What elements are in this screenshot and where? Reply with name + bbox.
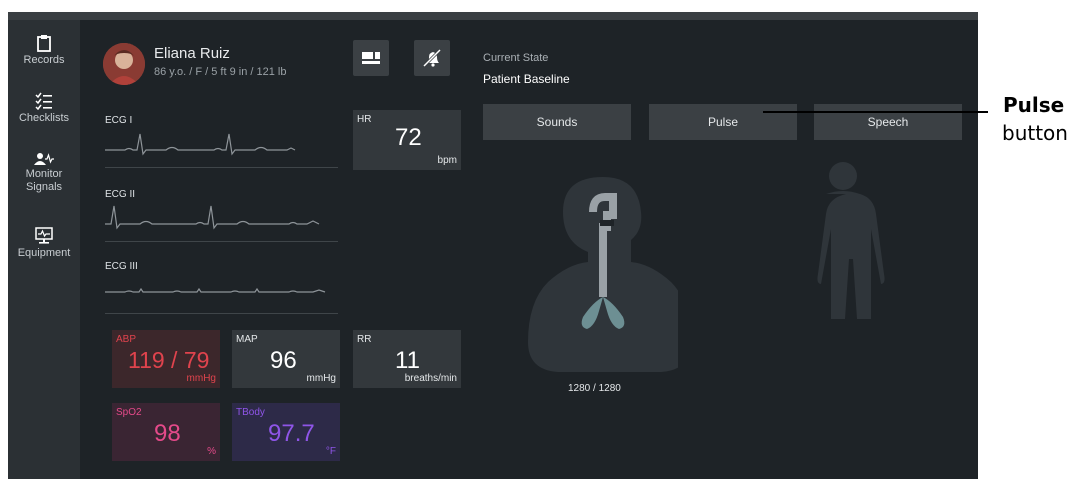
pulse-button[interactable]: Pulse bbox=[649, 104, 797, 140]
ecg-waveform bbox=[105, 205, 320, 230]
sounds-button[interactable]: Sounds bbox=[483, 104, 631, 140]
callout-pointer-line bbox=[763, 111, 988, 113]
sidebar-item-label: Checklists bbox=[18, 112, 70, 124]
map-label: MAP bbox=[236, 334, 258, 345]
patient-name: Eliana Ruiz bbox=[154, 45, 230, 62]
ecg-lead-1: ECG I bbox=[105, 110, 338, 168]
map-tile: MAP 96 mmHg bbox=[232, 330, 340, 388]
ecg-waveform bbox=[105, 287, 326, 293]
ecg-lead-3: ECG III bbox=[105, 256, 338, 314]
main-panel: Eliana Ruiz 86 y.o. / F / 5 ft 9 in / 12… bbox=[88, 20, 978, 479]
sidebar-item-monitor-signals[interactable]: Monitor Signals bbox=[8, 152, 80, 194]
sidebar-item-checklists[interactable]: Checklists bbox=[8, 92, 80, 125]
spo2-value: 98 bbox=[154, 420, 181, 447]
abp-value: 119 / 79 bbox=[128, 347, 210, 373]
tbody-value: 97.7 bbox=[268, 420, 315, 447]
map-unit: mmHg bbox=[306, 373, 336, 384]
airway-silhouette[interactable] bbox=[518, 172, 678, 372]
top-bar bbox=[8, 12, 978, 20]
rr-value: 11 bbox=[395, 347, 420, 374]
ecg-waveform bbox=[105, 133, 296, 156]
checklist-icon bbox=[35, 92, 52, 110]
ecg-label: ECG III bbox=[105, 261, 138, 272]
abp-unit: mmHg bbox=[186, 373, 216, 384]
layout-icon bbox=[362, 52, 380, 64]
patient-avatar bbox=[103, 43, 145, 85]
bell-off-icon bbox=[422, 48, 442, 68]
rr-label: RR bbox=[357, 334, 372, 345]
speech-button[interactable]: Speech bbox=[814, 104, 962, 140]
hr-unit: bpm bbox=[437, 155, 457, 166]
sidebar-item-records[interactable]: Records bbox=[8, 34, 80, 67]
clipboard-icon bbox=[37, 35, 51, 52]
sidebar-item-label: Equipment bbox=[17, 247, 71, 259]
tidal-volume-readout: 1280 / 1280 bbox=[568, 383, 621, 394]
abp-label: ABP bbox=[116, 334, 137, 345]
sidebar-item-label: Records bbox=[23, 54, 65, 66]
tbody-unit: °F bbox=[325, 446, 336, 457]
callout-title: Pulse bbox=[1003, 93, 1065, 117]
map-value: 96 bbox=[270, 347, 297, 374]
sidebar-item-label: Monitor Signals bbox=[25, 168, 63, 193]
spo2-label: SpO2 bbox=[116, 407, 142, 418]
ecg-lead-2: ECG II bbox=[105, 184, 338, 242]
spo2-unit: % bbox=[207, 446, 216, 457]
simulator-window: Records Checklists Monitor Signals Equip… bbox=[8, 12, 978, 479]
ecg-label: ECG II bbox=[105, 189, 136, 200]
sidebar-item-equipment[interactable]: Equipment bbox=[8, 227, 80, 260]
hr-tile: HR 72 bpm bbox=[353, 110, 461, 170]
tbody-label: TBody bbox=[236, 407, 265, 418]
current-state-value: Patient Baseline bbox=[483, 72, 570, 86]
rr-unit: breaths/min bbox=[404, 373, 457, 384]
hr-value: 72 bbox=[395, 124, 422, 151]
callout-subtitle: button bbox=[1002, 121, 1068, 145]
hr-label: HR bbox=[357, 114, 372, 125]
patient-info: 86 y.o. / F / 5 ft 9 in / 121 lb bbox=[154, 66, 287, 78]
current-state-label: Current State bbox=[483, 52, 549, 64]
tbody-tile: TBody 97.7 °F bbox=[232, 403, 340, 461]
body-silhouette[interactable] bbox=[788, 160, 898, 320]
abp-tile: ABP 119 / 79 mmHg bbox=[112, 330, 220, 388]
monitor-signals-icon bbox=[34, 153, 54, 165]
layout-button[interactable] bbox=[353, 40, 389, 76]
rr-tile: RR 11 breaths/min bbox=[353, 330, 461, 388]
ecg-label: ECG I bbox=[105, 115, 133, 126]
mute-alarm-button[interactable] bbox=[414, 40, 450, 76]
spo2-tile: SpO2 98 % bbox=[112, 403, 220, 461]
sidebar: Records Checklists Monitor Signals Equip… bbox=[8, 20, 80, 479]
equipment-icon bbox=[35, 227, 53, 244]
